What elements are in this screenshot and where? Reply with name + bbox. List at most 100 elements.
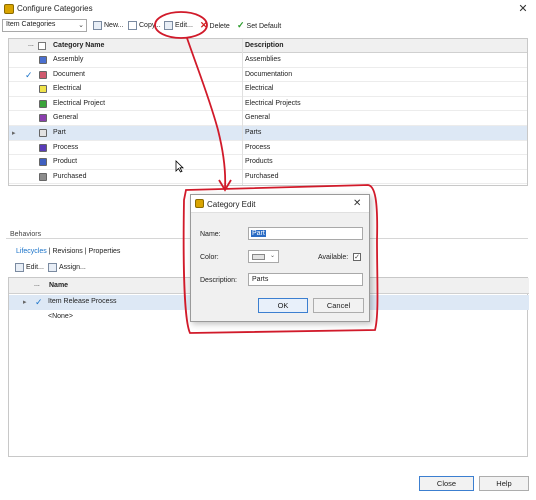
table-row[interactable]: Process Process [9,141,527,156]
category-type-combo-value: Item Categories [6,21,56,28]
column-header-name[interactable]: Category Name [53,42,104,49]
category-description: Purchased [245,172,279,180]
name-label: Name: [200,231,221,238]
window-close-button[interactable]: ✕ [516,2,530,16]
behaviors-label: Behaviors [10,231,42,238]
name-input-value: Part [251,230,266,237]
available-label: Available: [318,254,349,261]
header-checkbox[interactable] [38,42,46,50]
category-color-swatch [39,143,47,152]
available-checkbox[interactable]: ✓ [353,253,361,261]
tab-revisions[interactable]: Revisions [52,248,82,255]
category-name: Document [53,70,85,78]
mouse-cursor-icon [175,160,184,173]
category-name: Part [53,129,66,136]
category-name: General [53,114,78,122]
category-name: Electrical [53,85,82,93]
category-name: Product [53,158,78,166]
checkmark-icon: ✓ [35,297,43,307]
categories-grid: ... Category Name Description Assembly As… [8,38,528,186]
grid-header: ... Category Name Description [9,39,527,53]
color-picker[interactable]: ⌄ [248,250,279,263]
ok-button[interactable]: OK [258,298,308,313]
close-button[interactable]: Close [419,476,474,491]
description-input-value: Parts [252,276,269,283]
column-header-description[interactable]: Description [245,42,284,49]
table-row[interactable]: ▸ Part Parts [9,126,527,141]
dialog-title: Category Edit [207,200,256,209]
help-button[interactable]: Help [479,476,529,491]
copy-button-label: Copy... [139,22,161,29]
color-swatch [252,254,265,260]
category-color-swatch [39,56,47,64]
table-row[interactable]: Product Products [9,155,527,170]
category-color-swatch [39,70,47,79]
copy-icon [128,20,137,30]
row-expand-icon[interactable]: ▸ [23,298,27,306]
delete-button[interactable]: ✕ Delete [200,19,230,32]
checkmark-icon: ✓ [237,20,245,30]
column-header-behavior-name[interactable]: Name [49,282,68,289]
app-icon [4,4,14,14]
window-title: Configure Categories [17,4,93,13]
delete-button-label: Delete [209,23,230,30]
behavior-name: <None> [48,313,73,320]
column-separator [242,39,243,185]
category-description: Documentation [245,70,293,78]
new-button-label: New... [104,22,124,29]
header-dots: ... [34,281,40,288]
table-row[interactable]: General General [9,111,527,126]
header-dots: ... [28,41,34,48]
category-description: General [245,114,270,122]
set-default-button[interactable]: ✓ Set Default [237,19,281,32]
dialog-app-icon [195,199,204,208]
behaviors-tabs: Lifecycles | Revisions | Properties [16,248,120,255]
category-name: Process [53,143,79,151]
category-description: Process [245,143,271,151]
window-titlebar: Configure Categories ✕ [0,0,536,18]
description-label: Description: [200,277,237,284]
table-row[interactable]: Purchased Purchased [9,170,527,185]
assign-button[interactable]: Assign... [48,261,86,274]
edit-icon [15,262,24,272]
assign-button-label: Assign... [59,264,86,271]
category-name: Assembly [53,56,84,63]
behaviors-edit-label: Edit... [26,264,44,271]
category-name: Electrical Project [53,99,106,107]
category-name: Purchased [53,172,87,180]
table-row[interactable]: ✓ Document Documentation [9,68,527,83]
category-description: Electrical [245,85,274,93]
category-description: Products [245,158,273,166]
category-color-swatch [39,99,47,108]
row-indicator-icon: ▸ [12,130,16,137]
delete-icon: ✕ [200,20,208,30]
color-label: Color: [200,254,219,261]
assign-icon [48,262,57,272]
category-description: Parts [245,129,262,136]
tab-properties[interactable]: Properties [89,248,121,255]
dialog-close-icon[interactable]: ✕ [353,198,361,209]
copy-button[interactable]: Copy... [128,19,161,32]
table-row[interactable]: Electrical Electrical [9,82,527,97]
edit-icon [164,20,173,30]
category-type-combo[interactable]: Item Categories ⌄ [2,19,87,32]
table-row[interactable]: Assembly Assemblies [9,53,527,68]
new-icon [93,20,102,30]
behaviors-edit-button[interactable]: Edit... [15,261,44,274]
description-input[interactable]: Parts [248,273,363,286]
tab-lifecycles[interactable]: Lifecycles [16,248,47,255]
cancel-button[interactable]: Cancel [313,298,364,313]
category-color-swatch [39,172,47,181]
behavior-name: Item Release Process [48,298,117,305]
category-description: Assemblies [245,56,281,63]
category-edit-dialog: Category Edit ✕ Name: Part Color: ⌄ Avai… [190,194,370,322]
edit-button[interactable]: Edit... [164,19,193,32]
chevron-down-icon: ⌄ [78,22,84,29]
name-input[interactable]: Part [248,227,363,240]
edit-button-label: Edit... [175,22,193,29]
table-row[interactable]: Electrical Project Electrical Projects [9,97,527,112]
category-description: Electrical Projects [245,99,301,107]
category-color-swatch [39,129,47,137]
new-button[interactable]: New... [93,19,123,32]
dialog-titlebar: Category Edit ✕ [191,195,369,213]
